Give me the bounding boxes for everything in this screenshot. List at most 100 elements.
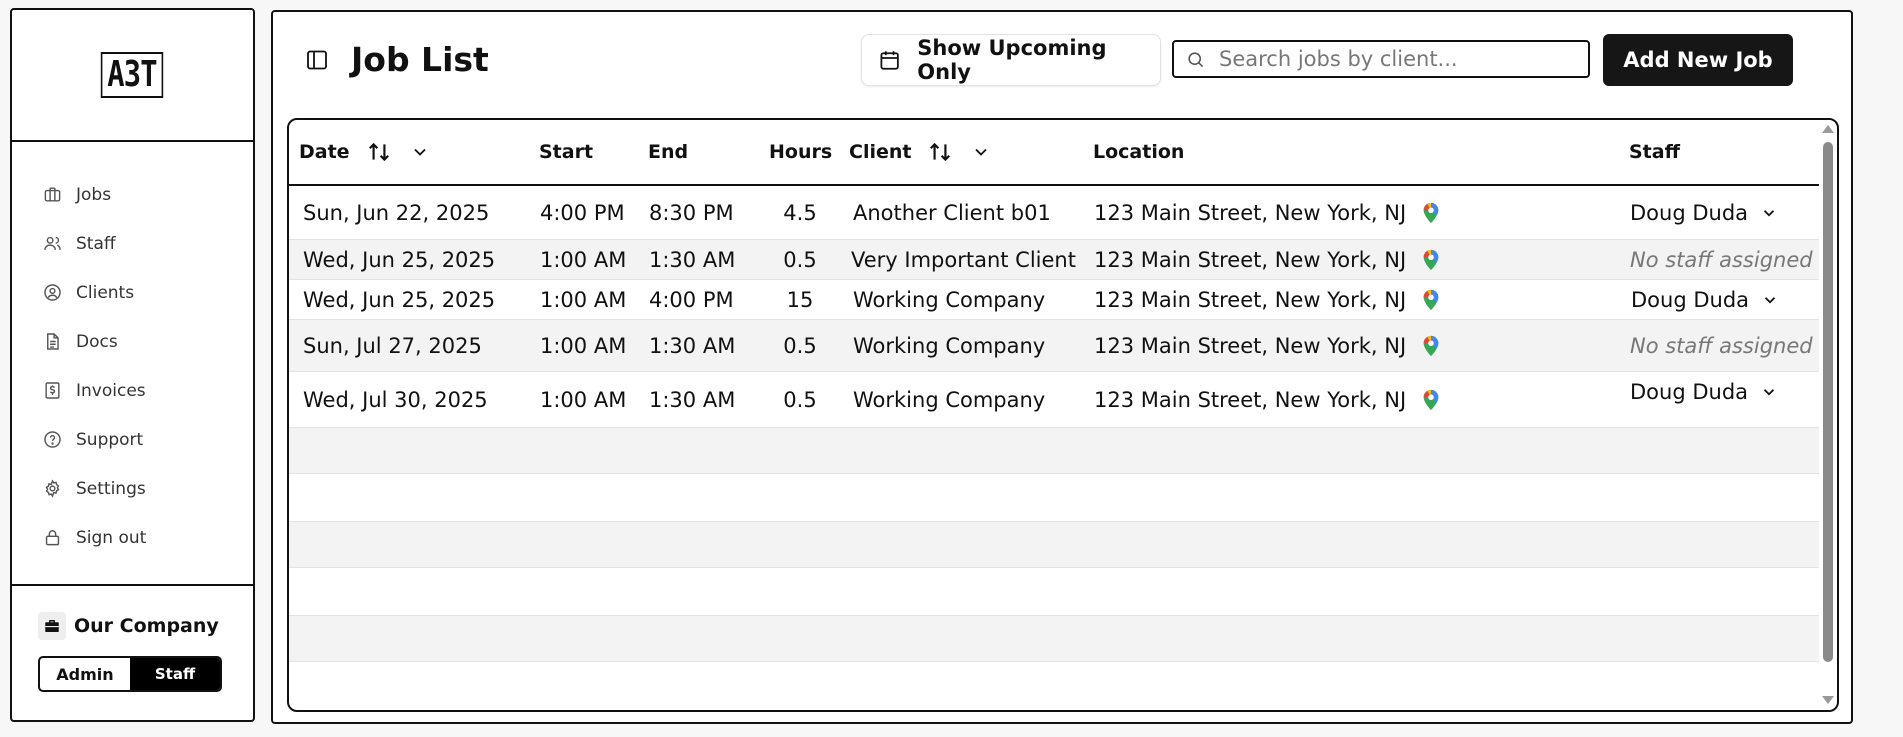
location-text: 123 Main Street, New York, NJ [1094,247,1407,272]
table-row[interactable]: Wed, Jun 25, 2025 1:00 AM 4:00 PM 15 Wor… [289,280,1819,320]
sidebar-toggle-icon[interactable] [305,48,329,72]
role-admin-button[interactable]: Admin [40,658,130,690]
cell-start: 4:00 PM [540,200,625,225]
cell-date: Sun, Jul 27, 2025 [303,333,482,358]
map-pin-icon[interactable] [1422,249,1440,271]
cell-staff[interactable]: Doug Duda [1630,372,1778,412]
cell-hours: 0.5 [783,333,817,358]
search-input[interactable] [1219,47,1579,71]
empty-row [289,568,1819,616]
sidebar-item-docs[interactable]: Docs [12,317,253,366]
search-box [1172,40,1590,78]
column-label: Client [849,141,912,163]
cell-location: 123 Main Street, New York, NJ [1094,320,1440,371]
logo-area: A3T [12,10,253,142]
staff-name: Doug Duda [1630,380,1749,404]
cell-client: Working Company [853,387,1046,412]
column-header-staff: Staff [1629,141,1680,163]
chevron-down-icon [1763,209,1775,217]
invoice-icon [42,381,62,401]
scroll-down-arrow[interactable] [1822,696,1834,704]
logo[interactable]: A3T [101,52,164,98]
cell-staff-unassigned: No staff assigned [1630,333,1813,358]
cell-date: Wed, Jun 25, 2025 [303,287,496,312]
show-upcoming-button[interactable]: Show Upcoming Only [861,34,1161,86]
table-body: Sun, Jun 22, 2025 4:00 PM 8:30 PM 4.5 An… [289,186,1819,702]
cell-start: 1:00 AM [540,247,627,272]
sidebar-item-sign-out[interactable]: Sign out [12,513,253,562]
chevron-down-icon[interactable] [410,142,430,162]
cell-hours: 0.5 [783,247,817,272]
sidebar-item-support[interactable]: Support [12,415,253,464]
location-text: 123 Main Street, New York, NJ [1094,333,1407,358]
role-toggle: Admin Staff [38,656,222,692]
cell-location: 123 Main Street, New York, NJ [1094,372,1440,427]
cell-location: 123 Main Street, New York, NJ [1094,186,1440,239]
map-pin-icon[interactable] [1422,389,1440,411]
sidebar-item-label: Docs [76,331,118,352]
chevron-down-icon[interactable] [971,142,991,162]
cell-end: 1:30 AM [649,333,736,358]
cell-client: Another Client b01 [853,200,1051,225]
location-text: 123 Main Street, New York, NJ [1094,287,1407,312]
scroll-up-arrow[interactable] [1822,125,1834,133]
add-new-job-button[interactable]: Add New Job [1603,34,1793,86]
location-text: 123 Main Street, New York, NJ [1094,387,1407,412]
role-staff-button[interactable]: Staff [130,658,220,690]
cell-hours: 0.5 [783,387,817,412]
cell-staff[interactable]: Doug Duda [1631,280,1779,319]
sidebar-item-label: Invoices [76,380,146,401]
table-header: Date Start End Hours Client Location Sta… [289,120,1819,186]
cell-hours: 15 [786,287,814,312]
table-row[interactable]: Wed, Jul 30, 2025 1:00 AM 1:30 AM 0.5 Wo… [289,372,1819,428]
briefcase-icon [42,185,62,205]
briefcase-icon [38,612,66,640]
column-header-end: End [648,141,689,163]
scrollbar-thumb[interactable] [1823,142,1833,662]
column-header-hours: Hours [769,141,833,163]
sort-icon[interactable] [366,139,392,165]
cell-end: 1:30 AM [649,387,736,412]
cell-end: 8:30 PM [649,200,734,225]
cell-date: Wed, Jul 30, 2025 [303,387,488,412]
sidebar-item-clients[interactable]: Clients [12,268,253,317]
sidebar-nav: Jobs Staff Clients Docs Invoices Support [12,142,253,586]
company-section: Our Company Admin Staff [12,586,253,692]
staff-name: Doug Duda [1630,200,1749,225]
users-icon [42,234,62,254]
empty-row [289,428,1819,474]
table-row[interactable]: Wed, Jun 25, 2025 1:00 AM 1:30 AM 0.5 Ve… [289,240,1819,280]
document-icon [42,332,62,352]
table-row[interactable]: Sun, Jun 22, 2025 4:00 PM 8:30 PM 4.5 An… [289,186,1819,240]
sidebar-item-label: Jobs [76,184,112,205]
vertical-scrollbar[interactable] [1819,120,1835,710]
sort-icon[interactable] [927,139,953,165]
app: A3T Jobs Staff Clients Docs Invoices Sup… [0,0,1903,737]
jobs-table: Date Start End Hours Client Location Sta… [287,118,1839,712]
cell-start: 1:00 AM [540,387,627,412]
main-panel: Job List Show Upcoming Only Add New Job … [271,10,1853,724]
sidebar-item-label: Settings [76,478,146,499]
sidebar-item-staff[interactable]: Staff [12,219,253,268]
chevron-down-icon [1763,389,1775,396]
user-circle-icon [42,283,62,303]
sidebar-item-settings[interactable]: Settings [12,464,253,513]
table-row[interactable]: Sun, Jul 27, 2025 1:00 AM 1:30 AM 0.5 Wo… [289,320,1819,372]
sidebar-item-label: Support [76,429,144,450]
cell-client: Working Company [853,287,1046,312]
map-pin-icon[interactable] [1422,335,1440,357]
cell-location: 123 Main Street, New York, NJ [1094,240,1440,279]
map-pin-icon[interactable] [1422,289,1440,311]
sidebar-item-jobs[interactable]: Jobs [12,170,253,219]
cell-end: 4:00 PM [649,287,734,312]
sidebar-item-invoices[interactable]: Invoices [12,366,253,415]
sidebar: A3T Jobs Staff Clients Docs Invoices Sup… [10,8,255,722]
cell-staff[interactable]: Doug Duda [1630,186,1778,239]
map-pin-icon[interactable] [1422,202,1440,224]
cell-location: 123 Main Street, New York, NJ [1094,280,1440,319]
chevron-down-icon [1764,296,1776,304]
empty-row [289,522,1819,568]
empty-row [289,662,1819,702]
cell-client: Very Important Client [851,247,1076,272]
sidebar-item-label: Sign out [76,527,147,548]
